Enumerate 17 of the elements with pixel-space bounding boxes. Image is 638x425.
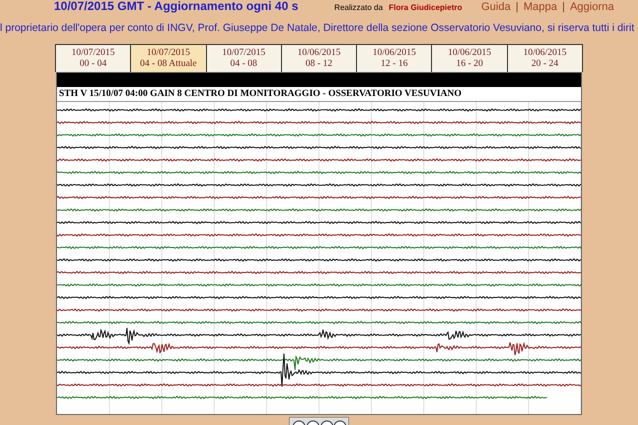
page-title: 10/07/2015 GMT - Aggiornamento ogni 40 s bbox=[54, 0, 298, 13]
nav-link[interactable]: Mappa bbox=[523, 1, 558, 14]
credit-name: Flora Giudicepietro bbox=[388, 2, 462, 14]
copyright-notice: l proprietario dell'opera per conto di INGV, Prof. Giuseppe De Natale, Direttore della sezione Osservatorio Vesuviano, si riserva tutti i dirit bbox=[0, 22, 634, 34]
time-tab[interactable]: 10/06/2015 08 - 12 bbox=[280, 45, 356, 72]
time-tab[interactable]: 10/07/2015 04 - 08 bbox=[206, 45, 281, 72]
time-tab[interactable]: 10/06/2015 16 - 20 bbox=[431, 45, 507, 72]
nav-link[interactable]: Aggiorna bbox=[570, 1, 614, 14]
time-tab[interactable]: 10/07/2015 04 - 08 Attuale bbox=[130, 45, 206, 72]
credit-label: Realizzato da bbox=[334, 2, 383, 14]
time-tab[interactable]: 10/07/2015 00 - 04 bbox=[56, 45, 130, 72]
license-icon bbox=[289, 417, 349, 425]
link-separator: | bbox=[516, 1, 518, 14]
time-tab[interactable]: 10/06/2015 20 - 24 bbox=[506, 45, 582, 72]
link-separator: | bbox=[562, 1, 565, 14]
time-tab[interactable]: 10/06/2015 12 - 16 bbox=[356, 45, 432, 72]
nav-link[interactable]: Guida bbox=[481, 1, 511, 14]
